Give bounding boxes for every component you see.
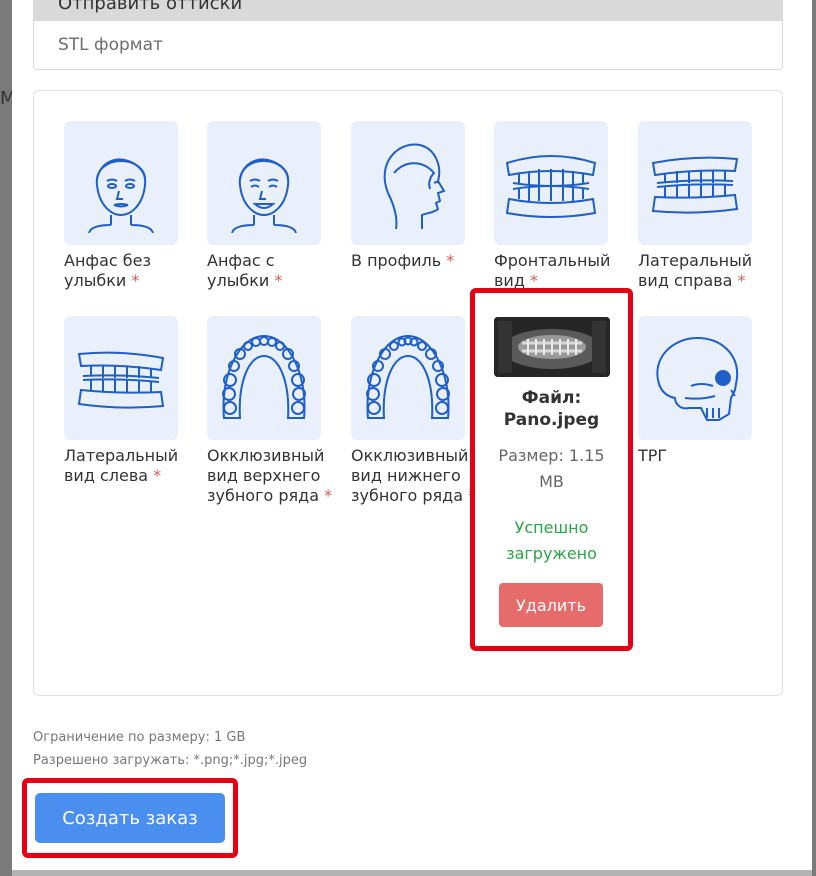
lower-arch-icon bbox=[366, 334, 450, 419]
tile-label: Латеральный вид справа * bbox=[638, 251, 753, 290]
uploaded-file-tile: Файл: Pano.jpeg Размер: 1.15 MB Успешно … bbox=[470, 288, 633, 651]
submit-highlight: Создать заказ bbox=[22, 778, 238, 858]
tile-label: Окклюзивный вид верхнего зубного ряда * bbox=[207, 446, 333, 505]
tile-thumb[interactable] bbox=[64, 121, 178, 245]
uploaded-file-size: Размер: 1.15 MB bbox=[498, 446, 605, 491]
tile-teeth-front[interactable]: Фронтальный вид * bbox=[494, 121, 624, 291]
upper-arch-icon bbox=[222, 334, 306, 419]
tile-thumb[interactable] bbox=[351, 316, 465, 440]
tile-label: Анфас с улыбки * bbox=[207, 251, 283, 290]
tile-label: ТРГ bbox=[638, 446, 668, 465]
impressions-format[interactable]: STL формат bbox=[34, 21, 782, 69]
skull-icon bbox=[656, 336, 739, 421]
impressions-card-header: Отправить оттиски bbox=[34, 0, 782, 21]
tile-thumb[interactable] bbox=[351, 121, 465, 245]
upload-status: Успешно загружено bbox=[506, 518, 597, 563]
tile-label: Фронтальный вид * bbox=[494, 251, 611, 290]
tile-teeth-right[interactable]: Латеральный вид справа * bbox=[638, 121, 768, 291]
tile-label: Латеральный вид слева * bbox=[64, 446, 179, 485]
size-limit-hint: Ограничение по размеру: 1 GB bbox=[33, 730, 246, 745]
tile-label: Окклюзивный вид нижнего зубного ряда * bbox=[351, 446, 476, 505]
modal-backdrop-left bbox=[0, 0, 12, 876]
create-order-button[interactable]: Создать заказ bbox=[35, 793, 225, 843]
teeth-front-icon bbox=[505, 155, 597, 218]
tile-thumb[interactable] bbox=[207, 316, 321, 440]
tile-thumb[interactable] bbox=[494, 121, 608, 245]
tile-thumb[interactable] bbox=[64, 316, 178, 440]
tile-upper-arch[interactable]: Окклюзивный вид верхнего зубного ряда * bbox=[207, 316, 337, 506]
tile-face-neutral[interactable]: Анфас без улыбки * bbox=[64, 121, 194, 291]
panoramic-xray-icon bbox=[494, 317, 610, 377]
xray-preview-image bbox=[494, 317, 610, 377]
tile-face-profile[interactable]: В профиль * bbox=[351, 121, 481, 271]
teeth-right-icon bbox=[651, 156, 739, 214]
tile-face-smile[interactable]: Анфас с улыбки * bbox=[207, 121, 337, 291]
face-neutral-icon bbox=[88, 158, 154, 233]
face-smile-icon bbox=[231, 158, 297, 233]
tile-thumb[interactable] bbox=[638, 316, 752, 440]
tile-thumb[interactable] bbox=[207, 121, 321, 245]
teeth-left-icon bbox=[77, 351, 165, 409]
face-profile-icon bbox=[383, 143, 446, 230]
modal-backdrop-right bbox=[812, 0, 816, 876]
allowed-formats-hint: Разрешено загружать: *.png;*.jpg;*.jpeg bbox=[33, 753, 308, 768]
uploaded-file-name: Файл: Pano.jpeg bbox=[503, 388, 600, 430]
delete-file-button[interactable]: Удалить bbox=[499, 583, 603, 627]
tile-lower-arch[interactable]: Окклюзивный вид нижнего зубного ряда * bbox=[351, 316, 481, 506]
tile-teeth-left[interactable]: Латеральный вид слева * bbox=[64, 316, 194, 486]
tile-thumb[interactable] bbox=[638, 121, 752, 245]
tile-label: Анфас без улыбки * bbox=[64, 251, 151, 290]
tile-label: В профиль * bbox=[351, 251, 455, 270]
impressions-card: Отправить оттиски STL формат bbox=[33, 0, 783, 70]
tile-trg[interactable]: ТРГ bbox=[638, 316, 768, 466]
